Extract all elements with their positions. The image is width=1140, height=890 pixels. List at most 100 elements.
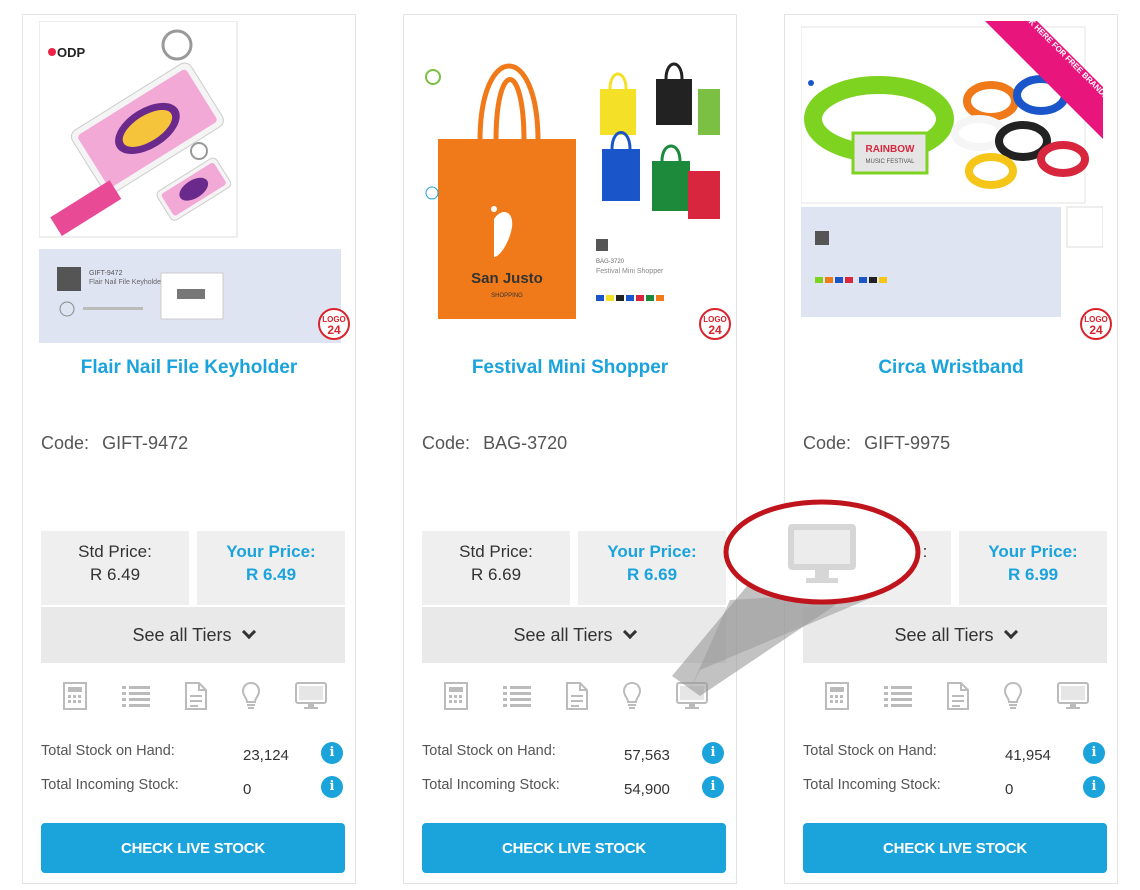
- product-image[interactable]: San Justo SHOPPING BAG-3720 Festival Min…: [420, 21, 722, 343]
- see-all-tiers-button[interactable]: See all Tiers: [422, 607, 726, 663]
- logo24-badge-icon: LOGO 24: [318, 308, 350, 340]
- std-price-box: Std Price: R 6.49: [41, 531, 189, 605]
- tiers-label: See all Tiers: [513, 624, 613, 645]
- your-price-label: Your Price:: [226, 542, 316, 561]
- your-price-value: R 6.69: [626, 565, 678, 584]
- product-name-link[interactable]: Festival Mini Shopper: [404, 357, 736, 379]
- info-icon[interactable]: i: [1083, 776, 1105, 798]
- price-row: Std Price: R 6.49 Your Price: R 6.49: [41, 531, 345, 605]
- product-image[interactable]: RAINBOW MUSIC FESTIVAL CLICK HERE FOR FR…: [800, 4, 1132, 343]
- stock-on-hand-label: Total Stock on Hand:: [422, 743, 556, 759]
- code-value: GIFT-9975: [864, 433, 951, 453]
- logo24-badge-icon: LOGO 24: [699, 308, 731, 340]
- price-row: Std Price: R 6.69 Your Price: R 6.69: [422, 531, 726, 605]
- your-price-box: Your Price: R 6.69: [578, 531, 726, 605]
- incoming-stock-label: Total Incoming Stock:: [803, 777, 941, 793]
- monitor-icon[interactable]: [676, 682, 708, 710]
- calculator-icon[interactable]: [444, 682, 468, 710]
- stock-on-hand-label: Total Stock on Hand:: [803, 743, 937, 759]
- list-icon[interactable]: [122, 684, 150, 708]
- svg-text:BAG-3720: BAG-3720: [596, 259, 625, 265]
- product-card-1: ODP GIFT-9472 Flair Nail File Keyholder …: [22, 14, 356, 884]
- svg-text:24: 24: [1089, 323, 1103, 337]
- std-price-label: :: [922, 542, 928, 561]
- list-icon[interactable]: [503, 684, 531, 708]
- std-price-box: :: [803, 531, 951, 605]
- tiers-label: See all Tiers: [894, 624, 994, 645]
- incoming-stock-value: 54,900: [624, 781, 670, 798]
- chevron-down-icon: [241, 624, 256, 640]
- action-icons: [803, 679, 1107, 713]
- document-icon[interactable]: [566, 682, 588, 710]
- list-icon[interactable]: [884, 684, 912, 708]
- svg-text:San Justo: San Justo: [471, 270, 543, 287]
- lightbulb-icon[interactable]: [1004, 682, 1022, 710]
- info-icon[interactable]: i: [1083, 742, 1105, 764]
- price-row: : Your Price: R 6.99: [803, 531, 1107, 605]
- logo24-badge-icon: LOGO 24: [1080, 308, 1112, 340]
- chevron-down-icon: [1003, 624, 1018, 640]
- chevron-down-icon: [622, 624, 637, 640]
- document-icon[interactable]: [947, 682, 969, 710]
- your-price-label: Your Price:: [607, 542, 697, 561]
- product-code: Code: BAG-3720: [422, 433, 567, 454]
- product-card-2: San Justo SHOPPING BAG-3720 Festival Min…: [403, 14, 737, 884]
- svg-text:24: 24: [327, 323, 341, 337]
- action-icons: [41, 679, 345, 713]
- your-price-value: R 6.49: [245, 565, 297, 584]
- your-price-box: Your Price: R 6.49: [197, 531, 345, 605]
- std-price-label: Std Price:: [459, 542, 533, 561]
- monitor-icon[interactable]: [295, 682, 327, 710]
- code-label: Code:: [422, 433, 471, 453]
- document-icon[interactable]: [185, 682, 207, 710]
- std-price-label: Std Price:: [78, 542, 152, 561]
- info-icon[interactable]: i: [702, 776, 724, 798]
- product-code: Code: GIFT-9472: [41, 433, 188, 454]
- code-value: BAG-3720: [483, 433, 568, 453]
- check-live-stock-button[interactable]: CHECK LIVE STOCK: [422, 823, 726, 873]
- tiers-label: See all Tiers: [132, 624, 232, 645]
- svg-text:24: 24: [708, 323, 722, 337]
- lightbulb-icon[interactable]: [623, 682, 641, 710]
- stock-on-hand-value: 23,124: [243, 747, 289, 764]
- product-code: Code: GIFT-9975: [803, 433, 950, 454]
- code-value: GIFT-9472: [102, 433, 189, 453]
- monitor-icon[interactable]: [1057, 682, 1089, 710]
- your-price-box: Your Price: R 6.99: [959, 531, 1107, 605]
- check-live-stock-button[interactable]: CHECK LIVE STOCK: [803, 823, 1107, 873]
- std-price-value: R 6.49: [89, 565, 141, 584]
- info-icon[interactable]: i: [702, 742, 724, 764]
- svg-text:ODP: ODP: [57, 45, 86, 60]
- incoming-stock-value: 0: [1005, 781, 1014, 798]
- calculator-icon[interactable]: [63, 682, 87, 710]
- stock-on-hand-value: 41,954: [1005, 747, 1051, 764]
- product-image[interactable]: ODP GIFT-9472 Flair Nail File Keyholder: [38, 20, 341, 343]
- see-all-tiers-button[interactable]: See all Tiers: [41, 607, 345, 663]
- svg-text:GIFT-9472: GIFT-9472: [89, 270, 123, 277]
- action-icons: [422, 679, 726, 713]
- std-price-box: Std Price: R 6.69: [422, 531, 570, 605]
- see-all-tiers-button[interactable]: See all Tiers: [803, 607, 1107, 663]
- svg-text:SHOPPING: SHOPPING: [491, 293, 523, 299]
- svg-text:Flair Nail File Keyholder: Flair Nail File Keyholder: [89, 279, 164, 286]
- product-card-3: RAINBOW MUSIC FESTIVAL CLICK HERE FOR FR…: [784, 4, 1132, 884]
- product-name-link[interactable]: Flair Nail File Keyholder: [23, 357, 355, 379]
- your-price-label: Your Price:: [988, 542, 1078, 561]
- your-price-value: R 6.99: [1007, 565, 1059, 584]
- stock-on-hand-value: 57,563: [624, 747, 670, 764]
- info-icon[interactable]: i: [321, 776, 343, 798]
- check-live-stock-button[interactable]: CHECK LIVE STOCK: [41, 823, 345, 873]
- code-label: Code:: [41, 433, 90, 453]
- svg-text:Festival Mini Shopper: Festival Mini Shopper: [596, 268, 664, 275]
- product-name-link[interactable]: Circa Wristband: [785, 357, 1117, 379]
- std-price-value: R 6.69: [470, 565, 522, 584]
- stock-on-hand-label: Total Stock on Hand:: [41, 743, 175, 759]
- lightbulb-icon[interactable]: [242, 682, 260, 710]
- calculator-icon[interactable]: [825, 682, 849, 710]
- info-icon[interactable]: i: [321, 742, 343, 764]
- incoming-stock-value: 0: [243, 781, 252, 798]
- code-label: Code:: [803, 433, 852, 453]
- incoming-stock-label: Total Incoming Stock:: [41, 777, 179, 793]
- incoming-stock-label: Total Incoming Stock:: [422, 777, 560, 793]
- svg-text:MUSIC FESTIVAL: MUSIC FESTIVAL: [866, 159, 916, 165]
